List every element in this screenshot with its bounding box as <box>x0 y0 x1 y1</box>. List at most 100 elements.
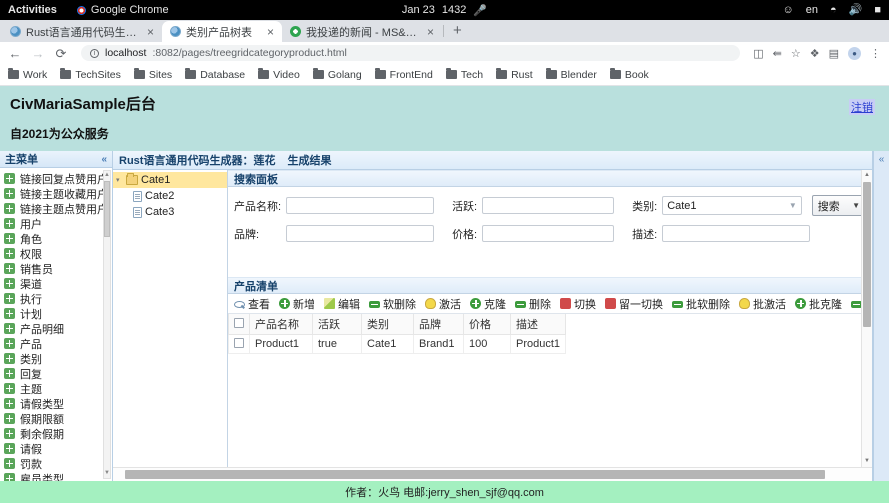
sidebar-item-6[interactable]: 剩余假期 <box>0 426 112 441</box>
profile-icon[interactable]: ● <box>848 47 861 60</box>
bookmark-0[interactable]: Work <box>8 69 47 81</box>
sidebar-item-17[interactable]: 销售员 <box>0 261 112 276</box>
sidebar-item-12[interactable]: 产品 <box>0 336 112 351</box>
cast-icon[interactable]: ◫ <box>753 47 763 60</box>
bookmark-10[interactable]: Book <box>610 69 649 81</box>
sidebar-item-15[interactable]: 执行 <box>0 291 112 306</box>
sidebar-item-22[interactable]: 链接主题收藏用户 <box>0 186 112 201</box>
select-all-header[interactable] <box>229 314 250 335</box>
browser-tab-0[interactable]: Rust语言通用代码生成器 × <box>2 21 162 42</box>
col-brand[interactable]: 品牌 <box>414 314 464 335</box>
browser-tab-2-close-icon[interactable]: × <box>425 26 436 38</box>
battery-icon[interactable]: ■ <box>874 5 881 16</box>
content-vertical-scrollbar[interactable]: ▲ ▼ <box>861 170 872 467</box>
grid-toolbar-button-7[interactable]: 切换 <box>560 296 596 312</box>
sidebar-item-5[interactable]: 请假 <box>0 441 112 456</box>
accessibility-icon[interactable]: ☺ <box>783 5 794 16</box>
sidebar-item-8[interactable]: 请假类型 <box>0 396 112 411</box>
scroll-up-icon[interactable]: ▲ <box>104 171 110 180</box>
col-price[interactable]: 价格 <box>464 314 511 335</box>
scroll-down-icon[interactable]: ▼ <box>862 456 872 467</box>
sidebar-scroll-thumb[interactable] <box>104 181 110 237</box>
grid-toolbar-button-5[interactable]: 克隆 <box>470 296 506 312</box>
new-tab-button[interactable]: + <box>445 23 470 40</box>
sidebar-item-13[interactable]: 产品明细 <box>0 321 112 336</box>
col-active[interactable]: 活跃 <box>313 314 362 335</box>
col-category[interactable]: 类别 <box>362 314 414 335</box>
tree-node-cate1[interactable]: ▾ Cate1 <box>113 172 227 188</box>
wifi-icon[interactable]: ◓ <box>830 5 837 16</box>
sidebar-item-16[interactable]: 渠道 <box>0 276 112 291</box>
extensions-icon[interactable]: ❖ <box>810 47 820 60</box>
sidebar-item-14[interactable]: 计划 <box>0 306 112 321</box>
site-info-icon[interactable]: i <box>90 49 99 58</box>
grid-toolbar-button-11[interactable]: 批克隆 <box>795 296 842 312</box>
logout-link[interactable]: 注销 <box>849 99 875 115</box>
sidebar-item-20[interactable]: 用户 <box>0 216 112 231</box>
address-bar[interactable]: i localhost:8082/pages/treegridcategoryp… <box>81 45 740 61</box>
grid-toolbar-button-2[interactable]: 编辑 <box>324 296 360 312</box>
volume-icon[interactable]: 🔊 <box>849 5 863 16</box>
grid-toolbar-button-6[interactable]: 删除 <box>515 296 551 312</box>
sidebar-item-21[interactable]: 链接主题点赞用户 <box>0 201 112 216</box>
horizontal-scroll-thumb[interactable] <box>125 470 825 479</box>
col-description[interactable]: 描述 <box>511 314 566 335</box>
product-name-input[interactable] <box>286 197 434 214</box>
sidepanel-icon[interactable]: ▤ <box>829 47 839 60</box>
sidebar-item-19[interactable]: 角色 <box>0 231 112 246</box>
sidebar-item-3[interactable]: 雇员类型 <box>0 471 112 481</box>
bookmark-2[interactable]: Sites <box>134 69 172 81</box>
grid-toolbar-button-0[interactable]: 查看 <box>234 296 270 312</box>
star-icon[interactable]: ☆ <box>791 47 801 60</box>
grid-toolbar-button-9[interactable]: 批软删除 <box>672 296 730 312</box>
brand-input[interactable] <box>286 225 434 242</box>
scroll-up-icon[interactable]: ▲ <box>862 170 872 181</box>
sidebar-item-4[interactable]: 罚款 <box>0 456 112 471</box>
sidebar-item-18[interactable]: 权限 <box>0 246 112 261</box>
sidebar-item-23[interactable]: 链接回复点赞用户 <box>0 171 112 186</box>
col-product-name[interactable]: 产品名称 <box>250 314 313 335</box>
grid-toolbar-button-8[interactable]: 留一切换 <box>605 296 663 312</box>
scroll-down-icon[interactable]: ▼ <box>104 469 110 478</box>
chevron-down-icon[interactable]: ▾ <box>116 177 123 184</box>
forward-icon[interactable]: → <box>31 47 45 60</box>
browser-tab-2[interactable]: 我投递的新闻 - MS&A(M... × <box>282 21 442 42</box>
bookmark-6[interactable]: FrontEnd <box>375 69 433 81</box>
activities-button[interactable]: Activities <box>8 4 57 16</box>
browser-tab-1[interactable]: 类别产品树表 × <box>162 21 282 42</box>
bookmark-1[interactable]: TechSites <box>60 69 121 81</box>
content-scroll-thumb[interactable] <box>863 182 871 327</box>
active-app-indicator[interactable]: Google Chrome <box>77 4 169 16</box>
active-input[interactable] <box>482 197 614 214</box>
grid-toolbar-button-1[interactable]: 新增 <box>279 296 315 312</box>
sidebar-item-11[interactable]: 类别 <box>0 351 112 366</box>
price-input[interactable] <box>482 225 614 242</box>
tab-result[interactable]: 生成结果 <box>287 152 331 168</box>
back-icon[interactable]: ← <box>8 47 22 60</box>
sidebar-item-9[interactable]: 主题 <box>0 381 112 396</box>
description-input[interactable] <box>662 225 810 242</box>
collapse-left-icon[interactable]: « <box>101 154 107 165</box>
bookmark-7[interactable]: Tech <box>446 69 483 81</box>
menu-icon[interactable]: ⋮ <box>870 47 881 60</box>
bookmark-3[interactable]: Database <box>185 69 245 81</box>
sidebar-scrollbar[interactable]: ▲ ▼ <box>103 170 111 479</box>
category-select[interactable]: Cate1 ▼ <box>662 196 802 215</box>
tree-node-cate2[interactable]: Cate2 <box>113 188 227 204</box>
row-checkbox[interactable] <box>234 338 244 348</box>
collapse-right-icon[interactable]: « <box>879 154 885 481</box>
sidebar-item-10[interactable]: 回复 <box>0 366 112 381</box>
horizontal-scrollbar[interactable] <box>113 467 872 481</box>
select-all-checkbox[interactable] <box>234 318 244 328</box>
reload-icon[interactable]: ⟳ <box>54 47 68 60</box>
tree-node-cate3[interactable]: Cate3 <box>113 204 227 220</box>
share-icon[interactable]: ⇚ <box>773 47 782 60</box>
bookmark-8[interactable]: Rust <box>496 69 533 81</box>
bookmark-9[interactable]: Blender <box>546 69 597 81</box>
browser-tab-0-close-icon[interactable]: × <box>145 26 156 38</box>
search-button[interactable]: 搜索 ▼ <box>812 195 866 216</box>
row-select-cell[interactable] <box>229 335 250 354</box>
browser-tab-1-close-icon[interactable]: × <box>265 26 276 38</box>
grid-toolbar-button-4[interactable]: 激活 <box>425 296 461 312</box>
bookmark-4[interactable]: Video <box>258 69 300 81</box>
